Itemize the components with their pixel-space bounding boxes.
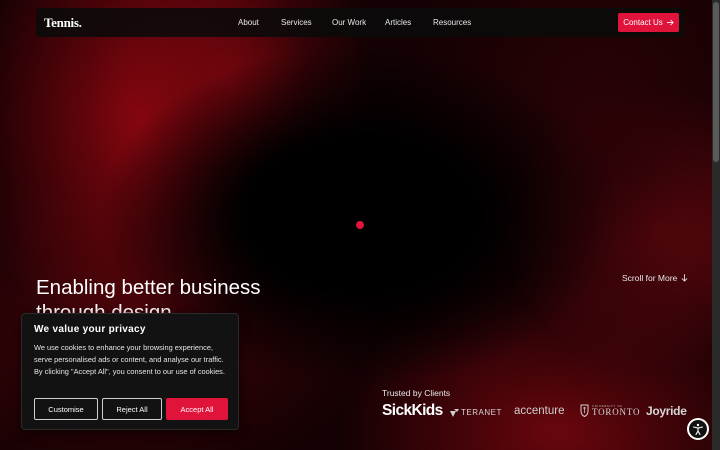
teranet-mark-icon	[450, 408, 459, 417]
cookie-banner: We value your privacy We use cookies to …	[21, 313, 239, 430]
nav-link-about[interactable]: About	[238, 18, 259, 27]
accept-all-button[interactable]: Accept All	[166, 398, 228, 420]
contact-us-label: Contact Us	[623, 18, 663, 27]
nav-link-services[interactable]: Services	[281, 18, 312, 27]
contact-us-button[interactable]: Contact Us	[618, 13, 679, 32]
reject-all-button[interactable]: Reject All	[102, 398, 162, 420]
accessibility-icon	[692, 423, 704, 435]
cookie-text: We use cookies to enhance your browsing …	[34, 343, 225, 376]
arrow-down-icon	[681, 274, 688, 282]
cookie-title: We value your privacy	[34, 324, 146, 335]
teranet-wordmark: TERANET	[461, 408, 502, 417]
client-logo-toronto: UNIVERSITY OF TORONTO	[580, 404, 640, 417]
site-logo[interactable]: Tennis.	[44, 15, 82, 31]
arrow-right-icon	[666, 19, 674, 26]
red-dot	[356, 221, 364, 229]
customise-button[interactable]: Customise	[34, 398, 98, 420]
trusted-by-heading: Trusted by Clients	[382, 388, 451, 398]
toronto-big-text: TORONTO	[592, 406, 641, 417]
client-logo-joyride: Joyride	[646, 404, 687, 418]
client-logo-sickkids: SickKids	[382, 402, 443, 419]
scroll-for-more[interactable]: Scroll for More	[622, 273, 688, 283]
nav-link-articles[interactable]: Articles	[385, 18, 411, 27]
client-logo-teranet: TERANET	[450, 408, 502, 417]
crest-icon	[580, 404, 589, 417]
client-logo-accenture: accenture	[514, 405, 565, 417]
accessibility-button[interactable]	[687, 418, 709, 440]
scroll-label: Scroll for More	[622, 273, 678, 283]
navbar: Tennis. About Services Our Work Articles…	[36, 8, 684, 37]
scrollbar-thumb[interactable]	[713, 2, 719, 162]
nav-link-resources[interactable]: Resources	[433, 18, 471, 27]
page-scrollbar[interactable]	[712, 0, 720, 450]
nav-link-our-work[interactable]: Our Work	[332, 18, 366, 27]
